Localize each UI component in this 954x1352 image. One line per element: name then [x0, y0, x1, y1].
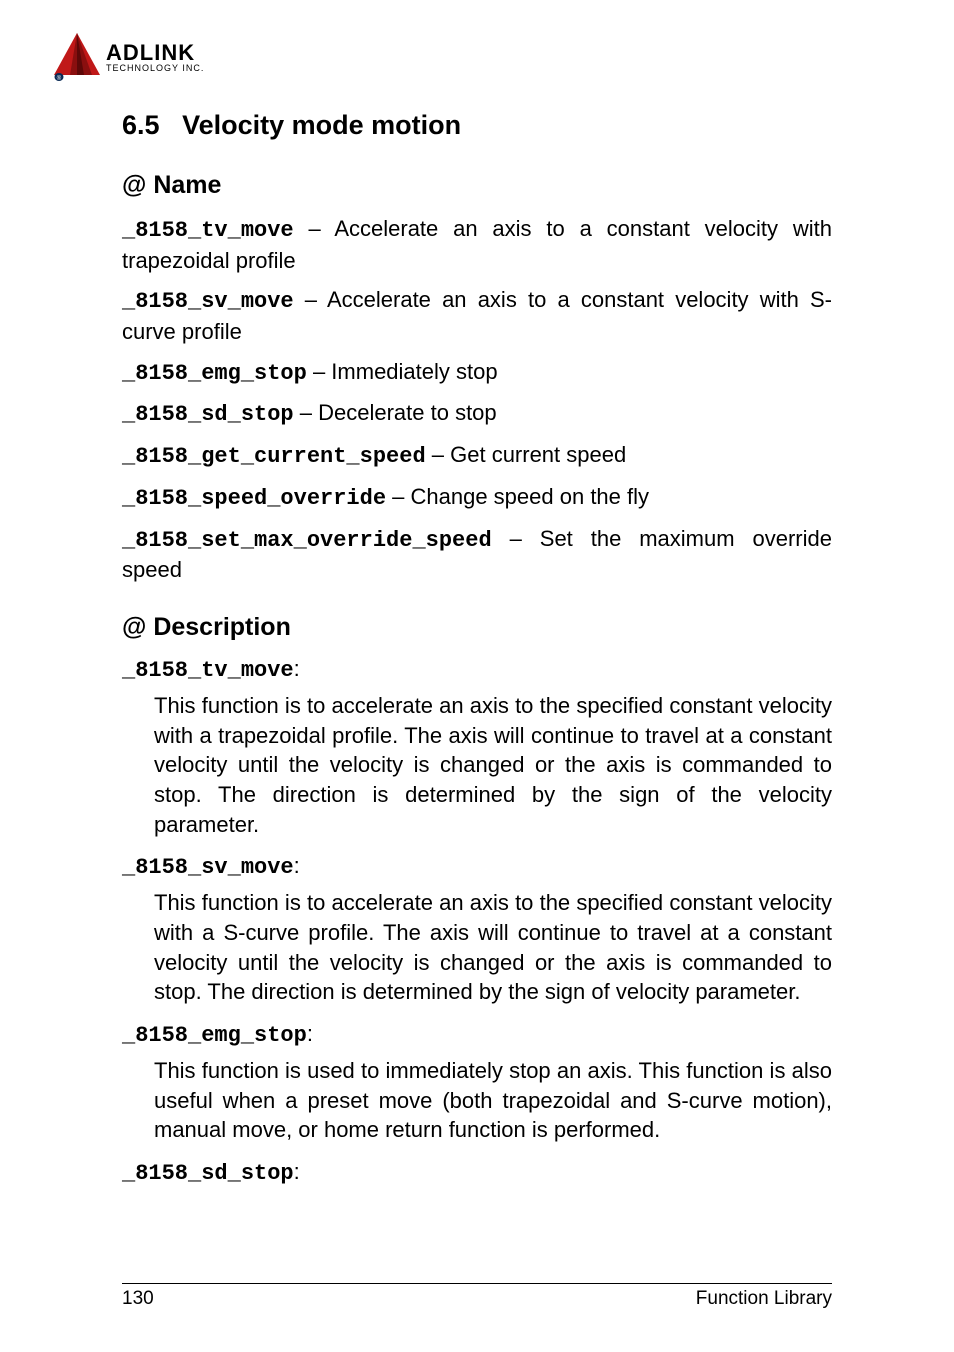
desc-item-head: _8158_tv_move: [122, 656, 832, 683]
svg-text:®: ® [57, 75, 62, 82]
desc-item-head: _8158_sv_move: [122, 853, 832, 880]
page-number: 130 [122, 1288, 154, 1310]
section-heading: 6.5 Velocity mode motion [122, 110, 832, 141]
description-subheading: @ Description [122, 613, 832, 642]
logo-sub-text: TECHNOLOGY INC. [106, 63, 204, 73]
name-item: _8158_sd_stop – Decelerate to stop [122, 398, 832, 430]
section-title: Velocity mode motion [182, 110, 461, 140]
func-desc: – Change speed on the fly [386, 484, 649, 509]
func-desc: – Decelerate to stop [294, 400, 497, 425]
brand-logo: ® ADLINK TECHNOLOGY INC. [50, 30, 904, 82]
func-desc: – Get current speed [426, 442, 627, 467]
name-item: _8158_tv_move – Accelerate an axis to a … [122, 214, 832, 275]
func-name: _8158_emg_stop [122, 361, 307, 386]
func-name: _8158_sd_stop [122, 402, 294, 427]
desc-item-head: _8158_sd_stop: [122, 1159, 832, 1186]
desc-item-body: This function is used to immediately sto… [122, 1056, 832, 1145]
func-name: _8158_sd_stop [122, 1161, 294, 1186]
footer-label: Function Library [696, 1288, 832, 1310]
name-item: _8158_sv_move – Accelerate an axis to a … [122, 285, 832, 346]
func-name: _8158_tv_move [122, 218, 294, 243]
func-name: _8158_sv_move [122, 855, 294, 880]
page-footer: 130 Function Library [122, 1283, 832, 1310]
section-number: 6.5 [122, 110, 160, 140]
func-name: _8158_emg_stop [122, 1023, 307, 1048]
name-item: _8158_speed_override – Change speed on t… [122, 482, 832, 514]
func-name: _8158_set_max_override_speed [122, 528, 492, 553]
page-content: 6.5 Velocity mode motion @ Name _8158_tv… [50, 110, 904, 1186]
footer-rule [122, 1283, 832, 1284]
func-name: _8158_get_current_speed [122, 444, 426, 469]
func-name: _8158_speed_override [122, 486, 386, 511]
name-item: _8158_set_max_override_speed – Set the m… [122, 524, 832, 585]
name-item: _8158_emg_stop – Immediately stop [122, 357, 832, 389]
func-desc: – Immediately stop [307, 359, 498, 384]
func-name: _8158_tv_move [122, 658, 294, 683]
desc-item-body: This function is to accelerate an axis t… [122, 691, 832, 839]
func-name: _8158_sv_move [122, 289, 294, 314]
desc-item-head: _8158_emg_stop: [122, 1021, 832, 1048]
logo-icon: ® [50, 30, 104, 82]
name-item: _8158_get_current_speed – Get current sp… [122, 440, 832, 472]
name-subheading: @ Name [122, 171, 832, 200]
desc-item-body: This function is to accelerate an axis t… [122, 888, 832, 1007]
